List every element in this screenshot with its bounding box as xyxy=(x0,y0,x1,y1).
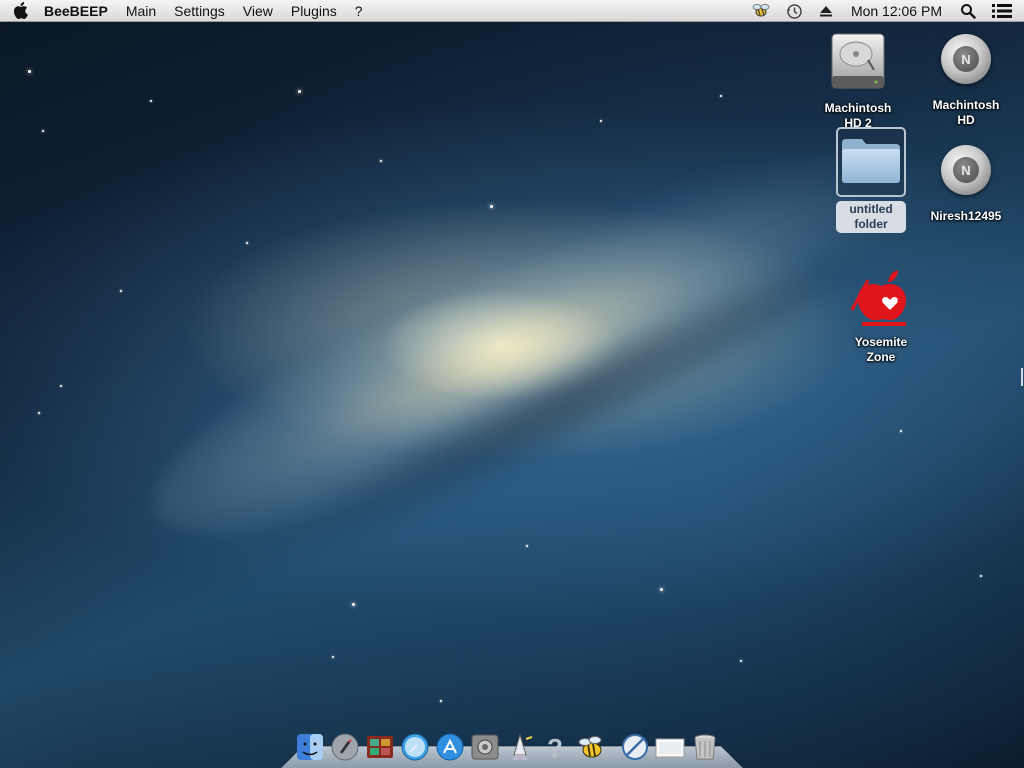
apple-icon[interactable] xyxy=(0,0,40,22)
time-machine-icon[interactable] xyxy=(778,0,811,22)
desktop-icon-yosemite-zone[interactable]: Yosemite Zone xyxy=(836,268,926,365)
desktop-icon-label: Machintosh HD xyxy=(932,98,1000,127)
menu-view[interactable]: View xyxy=(234,0,282,22)
star xyxy=(332,656,334,658)
app-store-icon[interactable] xyxy=(435,732,465,762)
star xyxy=(740,660,742,662)
dock-items: ? xyxy=(295,728,725,762)
beebeep-status-icon[interactable] xyxy=(744,0,778,22)
desktop-icon-machintosh-hd-2[interactable]: Machintosh HD 2 xyxy=(813,30,903,131)
star xyxy=(38,412,40,414)
beebeep-icon[interactable] xyxy=(575,732,605,762)
trash-icon[interactable] xyxy=(690,732,720,762)
desktop-icon-label: Yosemite Zone xyxy=(854,335,908,364)
safari-icon[interactable] xyxy=(400,732,430,762)
eject-icon[interactable] xyxy=(811,0,841,22)
star xyxy=(352,603,355,606)
folder-selection-box xyxy=(836,127,906,197)
preview-icon[interactable] xyxy=(655,732,685,762)
star xyxy=(900,430,902,432)
disc-icon: N xyxy=(941,145,991,195)
notification-list-icon[interactable] xyxy=(984,0,1024,22)
star xyxy=(660,588,663,591)
menu-settings[interactable]: Settings xyxy=(165,0,234,22)
star xyxy=(28,70,31,73)
star xyxy=(42,130,44,132)
star xyxy=(120,290,122,292)
mouse-cursor xyxy=(1021,368,1023,386)
proxy-icon[interactable] xyxy=(620,732,650,762)
star xyxy=(380,160,382,162)
star xyxy=(720,95,722,97)
star xyxy=(246,242,248,244)
dock: ? xyxy=(281,728,743,768)
desktop-icon-label: untitled folder xyxy=(836,201,906,233)
star xyxy=(440,700,442,702)
finder-icon[interactable] xyxy=(295,732,325,762)
star xyxy=(526,545,528,547)
menu-extras: Mon 12:06 PM xyxy=(744,0,1024,22)
menu-clock[interactable]: Mon 12:06 PM xyxy=(841,0,952,22)
disc-icon: N xyxy=(941,34,991,84)
system-preferences-icon[interactable] xyxy=(470,732,500,762)
menu-main[interactable]: Main xyxy=(117,0,165,22)
hard-drive-icon xyxy=(828,30,888,97)
desktop-icon-label: Niresh12495 xyxy=(930,209,1002,223)
menu-help[interactable]: ? xyxy=(346,0,372,22)
desktop-icon-machintosh-hd[interactable]: N Machintosh HD xyxy=(921,34,1011,128)
star xyxy=(150,100,152,102)
wizard-icon[interactable] xyxy=(505,732,535,762)
galaxy-band xyxy=(116,91,944,599)
svg-text:?: ? xyxy=(547,733,563,761)
menu-plugins[interactable]: Plugins xyxy=(282,0,346,22)
star xyxy=(980,575,982,577)
star xyxy=(600,120,602,122)
star xyxy=(298,90,301,93)
desktop-icon-niresh12495[interactable]: N Niresh12495 xyxy=(921,145,1011,224)
menu-app-name[interactable]: BeeBEEP xyxy=(40,0,117,22)
star xyxy=(490,205,493,208)
yosemite-zone-icon xyxy=(848,268,914,335)
menu-bar: BeeBEEP Main Settings View Plugins ? Mon… xyxy=(0,0,1024,22)
spotlight-search-icon[interactable] xyxy=(952,0,984,22)
photo-booth-icon[interactable] xyxy=(365,732,395,762)
folder-icon xyxy=(840,135,902,190)
star xyxy=(60,385,62,387)
launchpad-icon[interactable] xyxy=(330,732,360,762)
help-icon[interactable]: ? xyxy=(540,732,570,762)
desktop-icon-untitled-folder[interactable]: untitled folder xyxy=(826,127,916,233)
